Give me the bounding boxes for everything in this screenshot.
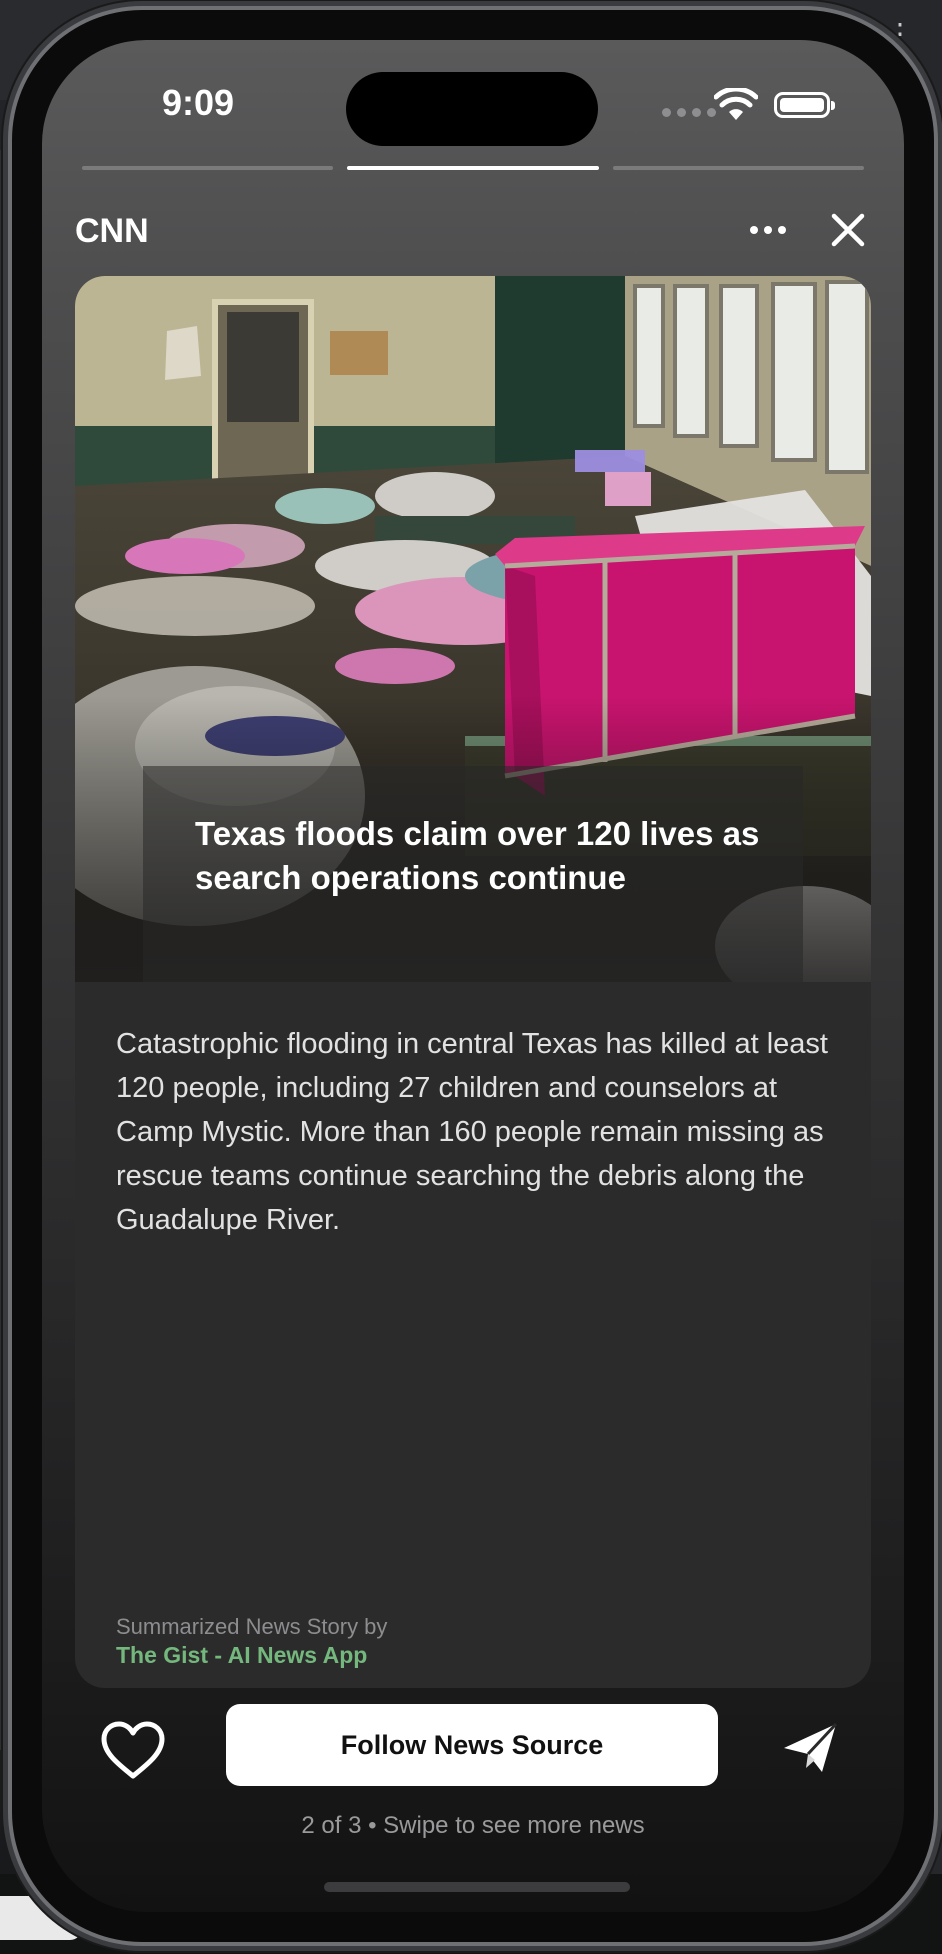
phone-screen: 9:09 CNN Texas floods claim over 120 liv… [42,40,904,1912]
progress-segment-3 [612,166,864,170]
phone-frame: 9:09 CNN Texas floods claim over 120 liv… [12,10,934,1942]
heart-icon[interactable] [100,1720,166,1780]
story-headline: Texas floods claim over 120 lives as sea… [195,815,760,896]
story-progress [82,166,864,170]
pager-status: 2 of 3 • Swipe to see more news [301,1812,645,1839]
signal-dots-icon [662,108,716,117]
wifi-icon [714,88,758,120]
battery-icon [774,92,835,118]
news-card[interactable]: Texas floods claim over 120 lives as sea… [75,276,871,1688]
desktop-left-panel [0,150,8,1750]
paper-plane-icon[interactable] [782,1722,838,1774]
credit-app-link[interactable]: The Gist - AI News App [116,1642,367,1669]
progress-segment-1 [82,166,334,170]
ellipsis-icon[interactable] [742,210,794,250]
status-time: 9:09 [162,82,235,123]
close-icon[interactable] [826,208,870,252]
story-summary: Catastrophic flooding in central Texas h… [116,1028,828,1236]
news-source-name[interactable]: CNN [75,212,149,251]
credit-label: Summarized News Story by [116,1614,388,1639]
home-indicator[interactable] [324,1882,630,1892]
dynamic-island [346,72,598,146]
desktop-more-icon[interactable]: ⋮ [886,20,914,48]
follow-news-source-button[interactable]: Follow News Source [226,1704,718,1786]
progress-segment-2-active [347,166,599,170]
